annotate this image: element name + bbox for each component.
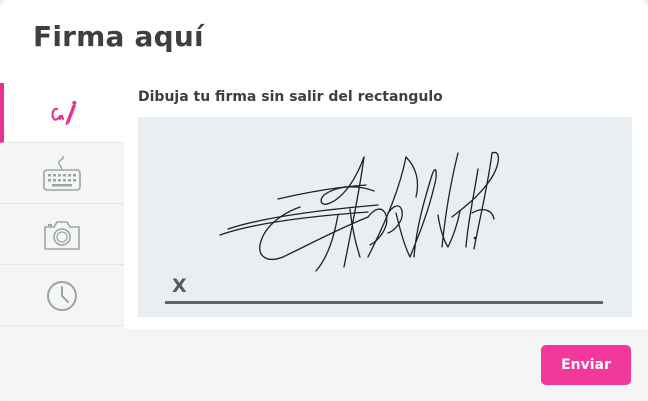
signature-baseline	[165, 301, 603, 304]
signature-x-marker: X	[172, 275, 187, 297]
signature-method-tabs	[0, 83, 124, 329]
keyboard-icon	[43, 155, 81, 191]
tab-history[interactable]	[0, 266, 124, 326]
tab-photo[interactable]	[0, 205, 124, 265]
dialog-footer: Enviar	[0, 329, 648, 401]
dialog-body: Dibuja tu firma sin salir del rectangulo	[0, 83, 648, 329]
signature-canvas[interactable]: X	[138, 117, 632, 317]
signature-dialog: Firma aquí Dibuja tu firma sin salir del…	[0, 0, 648, 401]
tab-draw[interactable]	[0, 83, 124, 143]
camera-icon	[44, 220, 80, 250]
clock-icon	[47, 280, 77, 311]
tab-type[interactable]	[0, 144, 124, 204]
canvas-instruction: Dibuja tu firma sin salir del rectangulo	[138, 89, 443, 105]
drawn-signature	[219, 151, 499, 272]
send-button[interactable]: Enviar	[541, 345, 631, 385]
dialog-title: Firma aquí	[33, 20, 204, 53]
pen-signature-icon	[51, 100, 77, 125]
